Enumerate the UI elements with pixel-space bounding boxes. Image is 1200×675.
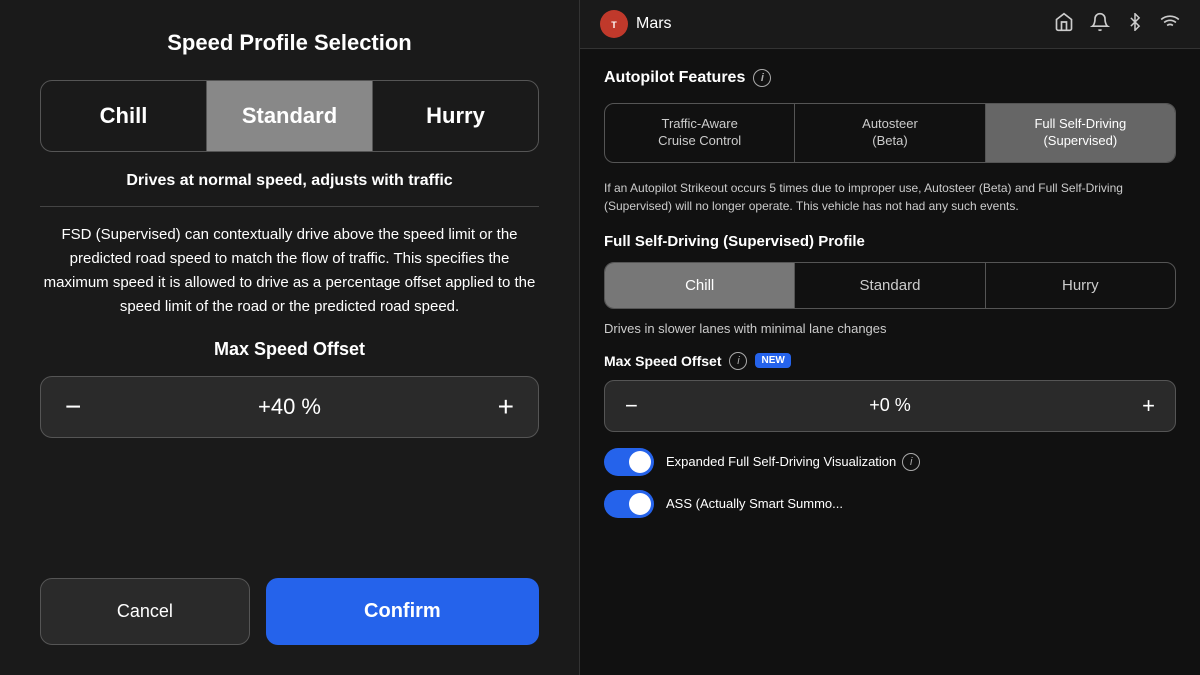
fsd-tab-hurry[interactable]: Hurry: [986, 263, 1175, 308]
brand-icon: T: [600, 10, 628, 38]
fsd-profile-tabs: Chill Standard Hurry: [604, 262, 1176, 309]
toggle-knob: [629, 451, 651, 473]
tab-hurry[interactable]: Hurry: [373, 81, 538, 151]
speed-offset-control: − +40 % +: [40, 376, 539, 438]
ass-label: ASS (Actually Smart Summo...: [666, 496, 843, 511]
svg-text:T: T: [611, 20, 617, 30]
fsd-tab-chill[interactable]: Chill: [605, 263, 795, 308]
ass-toggle[interactable]: [604, 490, 654, 518]
autopilot-section-header: Autopilot Features i: [604, 69, 1176, 87]
divider: [40, 206, 539, 207]
right-panel: T Mars Autopilot Features i Tr: [580, 0, 1200, 675]
panel-title: Speed Profile Selection: [167, 30, 412, 56]
top-bar: T Mars: [580, 0, 1200, 49]
max-speed-label: Max Speed Offset: [214, 339, 365, 360]
fsd-profile-label: Full Self-Driving (Supervised) Profile: [604, 233, 1176, 250]
autopilot-info-icon[interactable]: i: [753, 69, 771, 87]
tab-traffic-cruise[interactable]: Traffic-AwareCruise Control: [605, 104, 795, 162]
autopilot-label: Autopilot Features: [604, 69, 745, 87]
bell-icon[interactable]: [1090, 12, 1110, 37]
action-buttons: Cancel Confirm: [40, 578, 539, 645]
tab-description: Drives at normal speed, adjusts with tra…: [126, 172, 452, 190]
ass-toggle-row: ASS (Actually Smart Summo...: [604, 490, 1176, 518]
max-speed-row: Max Speed Offset i NEW: [604, 352, 1176, 370]
tab-chill[interactable]: Chill: [41, 81, 207, 151]
confirm-button[interactable]: Confirm: [266, 578, 539, 645]
fsd-description: FSD (Supervised) can contextually drive …: [40, 223, 539, 319]
speed-tabs: Chill Standard Hurry: [40, 80, 539, 152]
right-decrement-button[interactable]: −: [625, 393, 638, 419]
max-speed-info-icon[interactable]: i: [729, 352, 747, 370]
increment-button[interactable]: +: [498, 393, 514, 421]
toggle1-label-row: Expanded Full Self-Driving Visualization…: [666, 453, 920, 471]
content-area: Autopilot Features i Traffic-AwareCruise…: [580, 49, 1200, 675]
right-increment-button[interactable]: +: [1142, 393, 1155, 419]
warning-text: If an Autopilot Strikeout occurs 5 times…: [604, 179, 1176, 215]
brand-name: Mars: [636, 15, 672, 33]
fsd-visualization-toggle[interactable]: [604, 448, 654, 476]
new-badge: NEW: [755, 353, 790, 368]
toggle1-info-icon[interactable]: i: [902, 453, 920, 471]
feature-tabs: Traffic-AwareCruise Control Autosteer(Be…: [604, 103, 1176, 163]
wifi-icon[interactable]: [1160, 12, 1180, 37]
right-max-speed-label: Max Speed Offset: [604, 353, 721, 369]
tab-autosteer[interactable]: Autosteer(Beta): [795, 104, 985, 162]
tab-standard[interactable]: Standard: [207, 81, 373, 151]
fsd-tab-standard[interactable]: Standard: [795, 263, 985, 308]
ass-toggle-knob: [629, 493, 651, 515]
decrement-button[interactable]: −: [65, 393, 81, 421]
cancel-button[interactable]: Cancel: [40, 578, 250, 645]
offset-value: +40 %: [258, 394, 321, 420]
toggle1-label: Expanded Full Self-Driving Visualization: [666, 454, 896, 469]
tab-fsd[interactable]: Full Self-Driving(Supervised): [986, 104, 1175, 162]
fsd-tab-description: Drives in slower lanes with minimal lane…: [604, 321, 1176, 336]
brand-area: T Mars: [600, 10, 672, 38]
bluetooth-icon[interactable]: [1126, 13, 1144, 36]
right-offset-value: +0 %: [869, 395, 911, 416]
top-bar-icons: [1054, 12, 1180, 37]
fsd-visualization-toggle-row: Expanded Full Self-Driving Visualization…: [604, 448, 1176, 476]
left-panel: Speed Profile Selection Chill Standard H…: [0, 0, 580, 675]
home-icon[interactable]: [1054, 12, 1074, 37]
right-speed-offset: − +0 % +: [604, 380, 1176, 432]
